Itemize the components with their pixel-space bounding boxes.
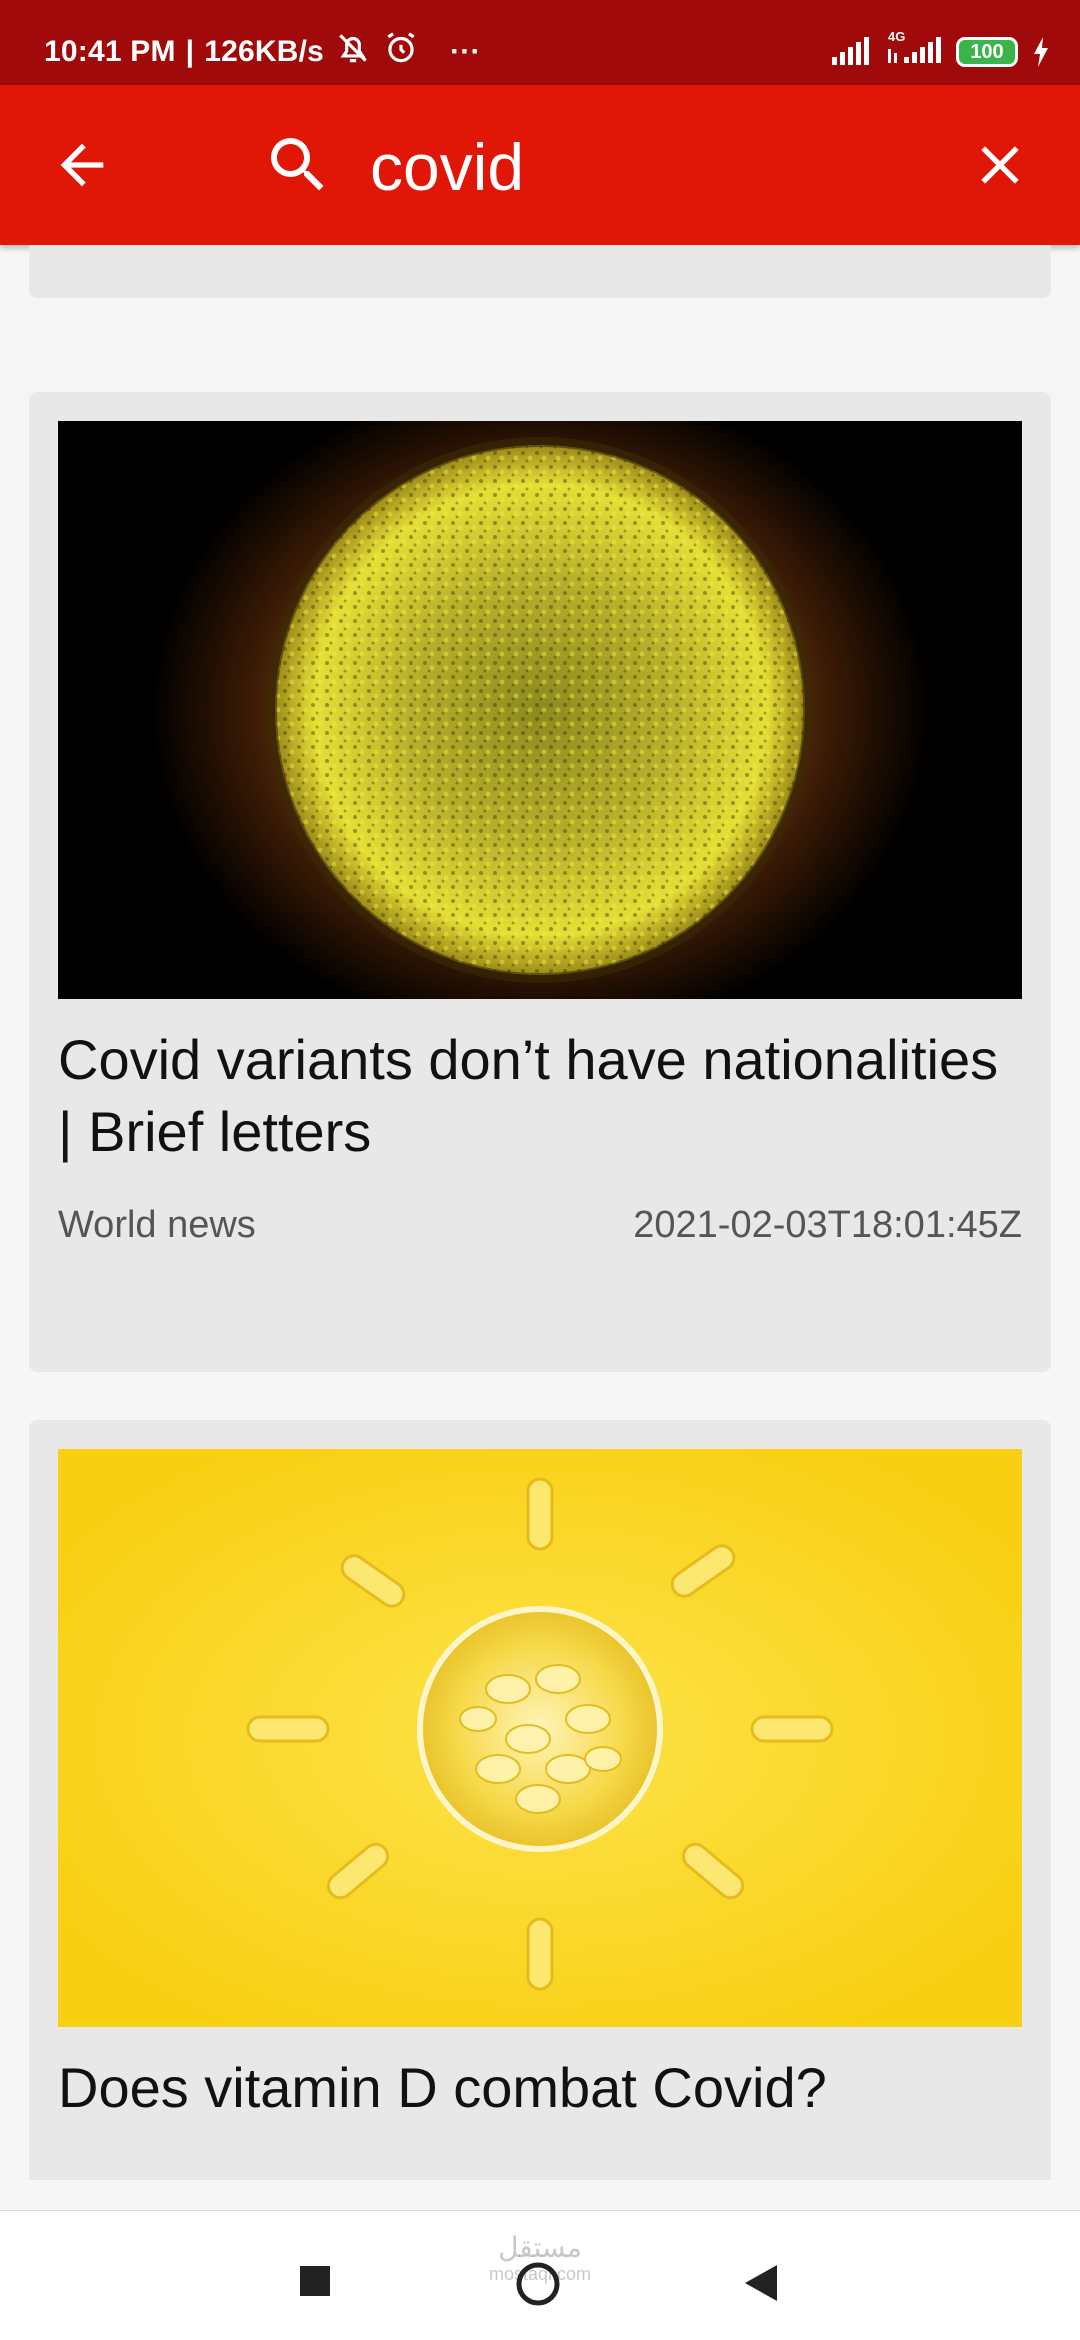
article-image (58, 1449, 1022, 2027)
clear-search-button[interactable] (968, 133, 1032, 197)
signal-icon (830, 37, 870, 67)
system-navigation-bar: مستقل mostaql.com (0, 2210, 1080, 2340)
status-left: 10:41 PM | 126KB/s ··· (44, 28, 481, 76)
home-button[interactable] (515, 2261, 561, 2307)
status-bar: 10:41 PM | 126KB/s ··· 4G 100 (0, 0, 1080, 85)
more-notifications: ··· (450, 35, 481, 68)
article-card[interactable]: Covid variants don’t have nationalities … (29, 392, 1051, 1372)
article-date: 2021-02-03T18:01:45Z (633, 1204, 1022, 1246)
network-type-label: 4G (888, 29, 906, 44)
article-title: Does vitamin D combat Covid? (58, 2056, 827, 2119)
status-separator: | (185, 35, 195, 68)
article-card[interactable]: Does vitamin D combat Covid? (29, 1420, 1051, 2180)
alarm-icon (382, 29, 420, 75)
triangle-back-icon (745, 2265, 777, 2301)
system-back-button[interactable] (743, 2263, 779, 2303)
search-input[interactable]: covid (370, 127, 524, 207)
search-icon (262, 129, 334, 201)
close-icon (981, 146, 1019, 184)
article-meta: World news 2021-02-03T18:01:45Z (58, 1204, 1022, 1247)
article-image (58, 421, 1022, 999)
4g-signal-icon: 4G (884, 29, 942, 69)
article-card-partial[interactable] (29, 245, 1051, 298)
search-app-bar: covid (0, 85, 1080, 245)
home-circle-icon (516, 2262, 560, 2306)
status-right: 4G 100 (830, 29, 1050, 74)
article-title: Covid variants don’t have nationalities … (58, 1028, 999, 1163)
arrow-back-icon (60, 143, 104, 187)
coronavirus-image (58, 421, 1022, 999)
charging-icon (1032, 37, 1050, 67)
article-section: World news (58, 1204, 256, 1246)
search-results-list[interactable]: Covid variants don’t have nationalities … (0, 245, 1080, 2180)
network-speed: 126KB/s (204, 35, 325, 68)
back-button[interactable] (50, 133, 114, 197)
silent-bell-icon (334, 29, 372, 75)
watermark-arabic: مستقل (498, 2232, 582, 2263)
status-time: 10:41 PM (44, 35, 176, 68)
recent-apps-button[interactable] (300, 2266, 330, 2296)
battery-indicator: 100 (956, 37, 1018, 67)
vitamin-d-capsules-image (58, 1449, 1022, 2027)
